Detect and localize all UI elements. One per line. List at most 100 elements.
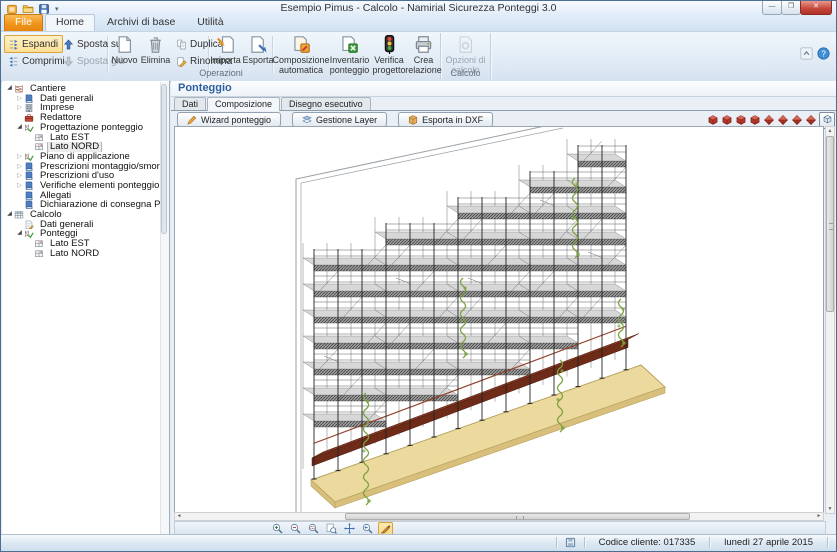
view-orientation-7-diamond-cube-icon[interactable] [792, 115, 802, 125]
maximize-button[interactable]: ❐ [781, 1, 801, 15]
expand-arrow-icon[interactable]: ▷ [15, 94, 24, 104]
frame-icon [34, 249, 44, 259]
inventory-icon [340, 35, 359, 54]
tree-item-label: Piano di applicazione [37, 152, 133, 162]
scroll-right-arrow[interactable]: ► [815, 513, 823, 520]
view-orientation-1-iso-cube-icon[interactable] [708, 115, 718, 125]
tree-item-calcolo[interactable]: ◢Calcolo [2, 210, 169, 220]
elimina-button[interactable]: Elimina [141, 33, 170, 78]
tree-item-prescrizioni-montaggio-smontaggio[interactable]: ▷Prescrizioni montaggio/smontaggio [2, 162, 169, 172]
collapse-arrow-icon[interactable]: ◢ [5, 210, 14, 220]
view-orientation-4-iso-cube-icon[interactable] [750, 115, 760, 125]
tab-file[interactable]: File [4, 14, 43, 31]
verifica-progetto-button[interactable]: Verifica progetto [372, 33, 406, 78]
horizontal-scrollbar[interactable]: ◄ ► [174, 512, 824, 521]
layers-icon [302, 115, 312, 125]
close-button[interactable]: ✕ [800, 1, 832, 15]
tree-item-redattore[interactable]: Redattore [2, 113, 169, 123]
toolbox-icon [24, 113, 34, 123]
inventario-ponteggio-button[interactable]: Inventario ponteggio [329, 33, 370, 78]
scroll-up-arrow[interactable]: ▲ [826, 127, 834, 135]
book-icon [24, 162, 34, 172]
view-orientation-8-diamond-cube-icon[interactable] [806, 115, 816, 125]
expand-arrow-icon[interactable]: ▷ [15, 152, 24, 162]
form-icon [24, 220, 34, 230]
tree-item-ponteggi[interactable]: ◢ Ponteggi [2, 229, 169, 239]
tree-scrollbar-thumb[interactable] [161, 84, 167, 234]
project-tree: ◢Cantiere▷Dati generali▷ImpreseRedattore… [2, 81, 170, 536]
collapse-arrow-icon[interactable]: ◢ [15, 123, 24, 133]
trash-icon [146, 33, 165, 55]
espandi-button[interactable]: Espandi [4, 35, 63, 53]
esporta-in-dxf-button[interactable]: Esporta in DXF [398, 112, 493, 127]
tab-archivi-di-base[interactable]: Archivi di base [97, 15, 185, 31]
composizione-automatica-button[interactable]: Composizione automatica [275, 33, 327, 78]
statusbar-separator [827, 537, 828, 548]
quick-access-caret[interactable]: ▾ [53, 5, 59, 13]
tree-item-lato-nord[interactable]: Lato NORD [2, 249, 169, 259]
nuovo-button[interactable]: Nuovo [110, 33, 139, 78]
view-orientation-3-iso-cube-icon[interactable] [736, 115, 746, 125]
view-orientation-6-diamond-cube-icon[interactable] [778, 115, 788, 125]
form-icon [24, 220, 34, 230]
tree-item-dati-generali[interactable]: Dati generali [2, 220, 169, 230]
view-orientation-2-iso-cube-icon[interactable] [722, 115, 732, 125]
tree-item-lato-est[interactable]: Lato EST [2, 239, 169, 249]
book-icon [24, 191, 34, 201]
esporta-button[interactable]: Esporta [243, 33, 273, 78]
gestione-layer-button[interactable]: Gestione Layer [292, 112, 387, 127]
scroll-left-arrow[interactable]: ◄ [175, 513, 183, 520]
expand-arrow-icon[interactable]: ▷ [15, 181, 24, 191]
importa-button[interactable]: Importa [210, 33, 241, 78]
drawing-canvas[interactable] [174, 126, 824, 514]
tab-disegno-esecutivo[interactable]: Disegno esecutivo [281, 97, 371, 110]
sposta-gi--button[interactable]: Sposta giù [59, 52, 114, 70]
button-label: Nuovo [111, 55, 137, 65]
tree-item-verifiche-elementi-ponteggio[interactable]: ▷Verifiche elementi ponteggio [2, 181, 169, 191]
minimize-button[interactable]: — [762, 1, 782, 15]
ribbon-right-controls: ? [800, 47, 830, 60]
tree-item-cantiere[interactable]: ◢Cantiere [2, 84, 169, 94]
expand-arrow-icon[interactable]: ▷ [15, 103, 24, 113]
scroll-down-arrow[interactable]: ▼ [826, 505, 834, 513]
book-icon [24, 94, 34, 104]
collapse-arrow-icon[interactable]: ◢ [15, 229, 24, 239]
horizontal-scrollbar-thumb[interactable] [345, 513, 690, 520]
save-status-icon [557, 537, 584, 548]
tree-item-label: Prescrizioni d'uso [37, 171, 117, 181]
trash-icon [146, 35, 165, 54]
tree-item-label: Redattore [37, 113, 85, 123]
sposta-su-button[interactable]: Sposta su [59, 35, 114, 53]
svg-text:?: ? [821, 49, 826, 58]
tree-item-progettazione-ponteggio[interactable]: ◢Progettazione ponteggio [2, 123, 169, 133]
collapse-arrow-icon[interactable]: ◢ [5, 84, 14, 94]
tab-composizione[interactable]: Composizione [207, 97, 280, 111]
expand-arrow-icon[interactable]: ▷ [15, 171, 24, 181]
app-window: ▾ Esempio Pimus - Calcolo - Namirial Sic… [0, 0, 837, 552]
wizard-ponteggio-button[interactable]: Wizard ponteggio [177, 112, 281, 127]
help-icon[interactable]: ? [817, 47, 830, 60]
expand-arrow-icon[interactable]: ▷ [15, 162, 24, 172]
tree-item-imprese[interactable]: ▷Imprese [2, 103, 169, 113]
tree-item-dati-generali[interactable]: ▷Dati generali [2, 94, 169, 104]
tree-item-label: Ponteggi [37, 229, 81, 239]
tab-dati[interactable]: Dati [174, 97, 206, 110]
comprimi-button[interactable]: Comprimi [4, 52, 63, 70]
vertical-scrollbar-thumb[interactable] [826, 136, 834, 312]
tree-item-allegati[interactable]: Allegati [2, 191, 169, 201]
collapse-ribbon-icon[interactable] [800, 47, 813, 60]
tree-item-lato-nord[interactable]: Lato NORD [2, 142, 169, 152]
tree-item-dichiarazione-di-consegna-pimus[interactable]: Dichiarazione di consegna PiMUS [2, 200, 169, 210]
view-orientation-5-diamond-cube-icon[interactable] [764, 115, 774, 125]
iso-cube-icon [722, 115, 732, 125]
tab-utilit-[interactable]: Utilità [187, 15, 233, 31]
tree-scrollbar[interactable] [160, 82, 169, 534]
tree-item-lato-est[interactable]: Lato EST [2, 132, 169, 142]
crea-relazione-button[interactable]: Crea relazione [407, 33, 440, 78]
vertical-scrollbar[interactable]: ▲ ▼ [825, 126, 835, 514]
tab-home[interactable]: Home [45, 14, 95, 31]
design-icon [24, 229, 34, 239]
tree-item-prescrizioni-d-uso[interactable]: ▷ Prescrizioni d'uso [2, 171, 169, 181]
opzioni-di-calcolo-button[interactable]: Opzioni di calcolo [444, 33, 487, 78]
tree-item-piano-di-applicazione[interactable]: ▷ Piano di applicazione [2, 152, 169, 162]
